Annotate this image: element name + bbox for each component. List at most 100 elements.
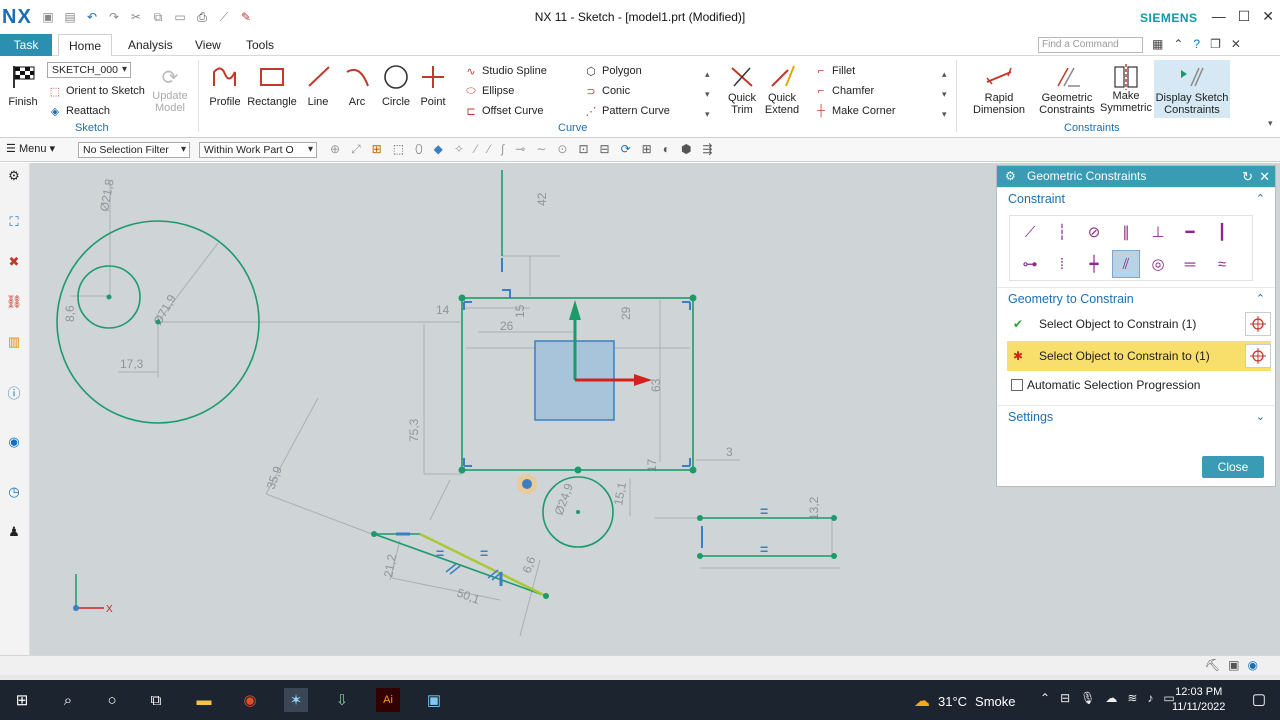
orient-view-icon[interactable]: ⊞	[642, 142, 652, 157]
curve-icon-d[interactable]: ⊸	[515, 142, 525, 157]
finish-button[interactable]: Finish	[6, 62, 40, 108]
assembly-navigator-icon[interactable]: ✖	[3, 251, 25, 273]
tangent-icon[interactable]: ⊘	[1080, 218, 1108, 246]
box-select-icon[interactable]: ⬚	[393, 142, 404, 157]
save-all-icon[interactable]: ▤	[62, 9, 78, 25]
profile-button[interactable]: Profile	[206, 62, 244, 108]
collinear-icon[interactable]: ⫽	[1112, 250, 1140, 278]
start-icon[interactable]: ⊞	[10, 688, 34, 712]
fillet-button[interactable]: ⌐ Fillet	[814, 62, 855, 80]
cortana-icon[interactable]: ○	[100, 688, 124, 712]
tray-cloud-icon[interactable]: ☁	[1105, 691, 1117, 705]
horizontal-icon[interactable]: ━	[1176, 218, 1204, 246]
status-layout-icon[interactable]: ▣	[1228, 658, 1239, 672]
select-object-row[interactable]: ✔ Select Object to Constrain (1)	[1007, 309, 1271, 339]
resource-settings-icon[interactable]: ⚙	[3, 165, 25, 187]
checkbox-box[interactable]	[1011, 379, 1023, 391]
make-symmetric-button[interactable]: Make Symmetric	[1100, 62, 1152, 114]
volume-icon[interactable]: ♪	[1147, 691, 1153, 705]
curve-icon-c[interactable]: ∫	[501, 142, 504, 157]
vertical-icon[interactable]: ┃	[1208, 218, 1236, 246]
conic-button[interactable]: ⊃ Conic	[584, 82, 630, 100]
geometry-section-header[interactable]: Geometry to Constrain ⌃	[997, 287, 1275, 309]
close-window-button[interactable]: ✕	[1262, 8, 1274, 25]
tab-view[interactable]: View	[185, 34, 231, 56]
select-object-to-row[interactable]: ✱ Select Object to Constrain to (1)	[1007, 341, 1271, 371]
curve-icon-b[interactable]: ⁄	[488, 142, 490, 157]
restore-window-icon[interactable]: ❐	[1210, 37, 1221, 51]
part-navigator-icon[interactable]: ⛶	[3, 211, 25, 233]
arc-button[interactable]: Arc	[343, 62, 371, 108]
selection-scope-select[interactable]: Within Work Part O	[199, 142, 317, 158]
minimize-button[interactable]: —	[1212, 8, 1226, 25]
quick-trim-button[interactable]: Quick Trim	[724, 62, 760, 116]
ribbon-options-icon[interactable]: ▦	[1152, 37, 1163, 51]
dialog-gear-icon[interactable]: ⚙	[1005, 166, 1016, 187]
app-window-icon[interactable]: ▣	[422, 688, 446, 712]
dialog-close-icon[interactable]: ✕	[1259, 166, 1270, 187]
rapid-dimension-button[interactable]: Rapid Dimension	[966, 62, 1032, 116]
auto-progression-checkbox[interactable]: Automatic Selection Progression	[997, 373, 1275, 397]
ellipse-button[interactable]: ⬭ Ellipse	[464, 82, 514, 100]
help-icon[interactable]: ?	[1193, 37, 1200, 51]
copy-icon[interactable]: ⧉	[150, 9, 166, 25]
notification-icon[interactable]: ▢	[1252, 690, 1266, 708]
show-hide-icon[interactable]: ⇶	[702, 142, 712, 157]
concentric-icon[interactable]: ◎	[1144, 250, 1172, 278]
midpoint-icon[interactable]: ⊶	[1016, 250, 1044, 278]
curve-icon-e[interactable]: ∼	[536, 142, 546, 157]
pattern-curve-button[interactable]: ⋰ Pattern Curve	[584, 102, 670, 120]
maximize-button[interactable]: ☐	[1238, 8, 1251, 25]
save-icon[interactable]: ▣	[40, 9, 56, 25]
collapse-ribbon-icon[interactable]: ⌃	[1173, 37, 1183, 51]
tab-tools[interactable]: Tools	[236, 34, 284, 56]
point-snap-icon[interactable]: ⊙	[557, 142, 567, 157]
app-icon-download[interactable]: ⇩	[330, 688, 354, 712]
status-filter-icon[interactable]: ⛏	[1205, 658, 1220, 672]
zoom-icon[interactable]: ⊟	[600, 142, 610, 157]
fit-view-icon[interactable]: ⊡	[578, 142, 588, 157]
chamfer-button[interactable]: ⌐ Chamfer	[814, 82, 874, 100]
equal-length-icon[interactable]: ═	[1176, 250, 1204, 278]
snap-icon[interactable]: ⊕	[330, 142, 340, 157]
illustrator-icon[interactable]: Ai	[376, 688, 400, 712]
system-clock[interactable]: 12:03 PM 11/11/2022	[1172, 685, 1225, 715]
constraint-navigator-icon[interactable]: ⛓	[3, 291, 25, 313]
display-sketch-constraints-button[interactable]: Display Sketch Constraints	[1154, 60, 1230, 118]
selection-filter-select[interactable]: No Selection Filter	[78, 142, 190, 158]
selection-intent-icon[interactable]: ⊞	[372, 142, 382, 157]
curve-icon-a[interactable]: ⁄	[475, 142, 477, 157]
chrome-icon[interactable]: ◉	[238, 688, 262, 712]
constraint-section-header[interactable]: Constraint ⌃	[997, 187, 1275, 209]
point-on-curve-icon[interactable]: ┆	[1048, 218, 1076, 246]
coincident-icon[interactable]: ⟋	[1016, 218, 1044, 246]
polygon-button[interactable]: ⬡ Polygon	[584, 62, 642, 80]
perpendicular-icon[interactable]: ⊥	[1144, 218, 1172, 246]
offset-curve-button[interactable]: ⊏ Offset Curve	[464, 102, 543, 120]
geometric-constraints-button[interactable]: Geometric Constraints	[1038, 62, 1096, 116]
roles-icon[interactable]: ♟	[3, 521, 25, 543]
make-corner-button[interactable]: ┼ Make Corner	[814, 102, 895, 120]
redo-icon[interactable]: ↷	[106, 9, 122, 25]
ribbon-overflow-icon[interactable]: ▾	[1268, 118, 1273, 129]
tab-task[interactable]: Task	[0, 34, 52, 56]
rotate-view-icon[interactable]: ⟳	[621, 142, 631, 157]
weather-widget[interactable]: ☁ 31°C Smoke	[914, 691, 1016, 711]
point-button[interactable]: Point	[418, 62, 448, 108]
menu-button[interactable]: ☰ Menu ▾	[6, 142, 55, 155]
touch-mode-icon[interactable]: ⟋	[216, 9, 232, 25]
update-model-button[interactable]: ⟳ Update Model	[150, 62, 190, 115]
paste-icon[interactable]: ▭	[172, 9, 188, 25]
tray-device-icon[interactable]: ⊟	[1060, 691, 1070, 705]
select-features-icon[interactable]: ⤢	[351, 142, 361, 157]
reattach-button[interactable]: ◈ Reattach	[48, 102, 110, 120]
solid-body-icon[interactable]: ⬯	[415, 142, 423, 157]
orient-to-sketch-button[interactable]: ⬚ Orient to Sketch	[48, 82, 145, 100]
tab-analysis[interactable]: Analysis	[118, 34, 183, 56]
crosshair-picker-icon[interactable]	[1245, 312, 1271, 336]
parallel-icon[interactable]: ∥	[1112, 218, 1140, 246]
task-view-icon[interactable]: ⧉	[144, 688, 168, 712]
tab-home[interactable]: Home	[58, 34, 113, 56]
dialog-reset-icon[interactable]: ↻	[1242, 166, 1253, 187]
sketch-name-select[interactable]: SKETCH_000	[47, 62, 131, 78]
